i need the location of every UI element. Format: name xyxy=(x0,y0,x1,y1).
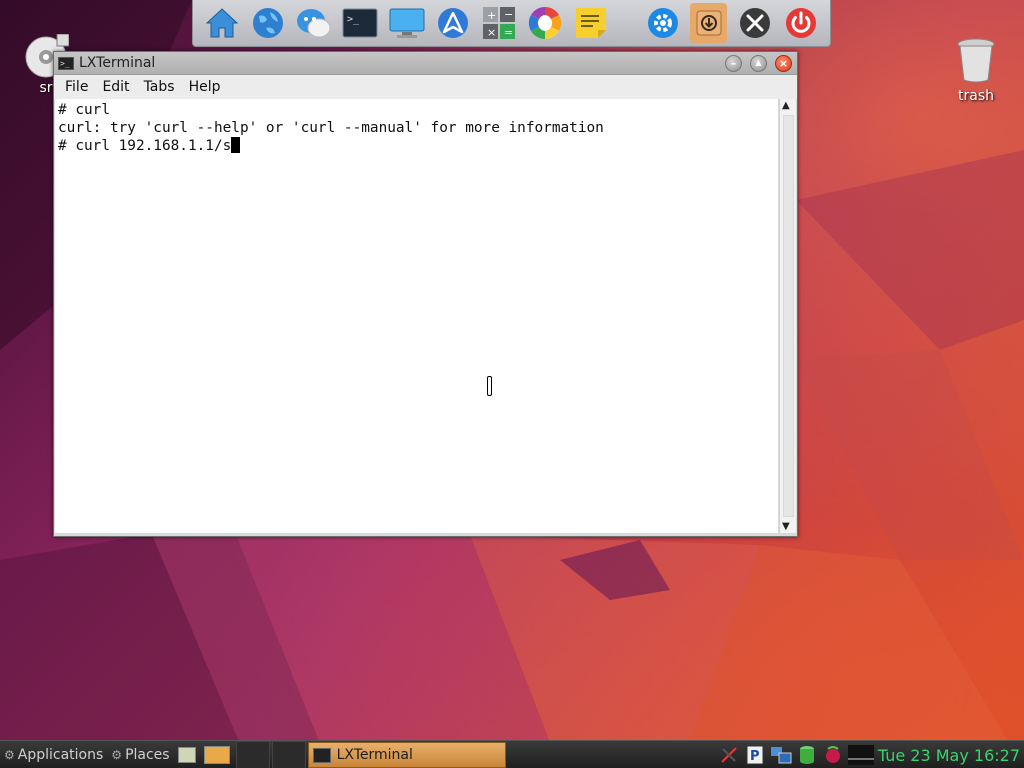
clock[interactable]: Tue 23 May 16:27 xyxy=(876,746,1024,765)
notes-icon[interactable] xyxy=(573,3,610,43)
scroll-down-icon[interactable]: ▼ xyxy=(782,521,790,532)
terminal-line: curl: try 'curl --help' or 'curl --manua… xyxy=(58,120,604,136)
mouse-ibeam-cursor xyxy=(487,376,492,396)
menu-file[interactable]: File xyxy=(58,79,95,95)
task-label: LXTerminal xyxy=(336,747,413,763)
menu-help[interactable]: Help xyxy=(182,79,228,95)
show-desktop-icon[interactable] xyxy=(177,747,196,763)
web-browser-icon[interactable] xyxy=(250,3,287,43)
launcher-icon[interactable] xyxy=(434,3,471,43)
database-icon[interactable] xyxy=(796,744,818,766)
trash-label: trash xyxy=(958,88,994,104)
applications-menu-icon: ⚙ xyxy=(4,748,15,762)
network-disconnected-icon[interactable] xyxy=(718,744,740,766)
power-icon[interactable] xyxy=(782,3,819,43)
menu-edit[interactable]: Edit xyxy=(95,79,136,95)
workspace-2[interactable] xyxy=(271,741,306,768)
terminal-prompt-line: # curl 192.168.1.1/s xyxy=(58,137,778,155)
places-menu[interactable]: ⚙ Places xyxy=(107,747,173,763)
settings-icon[interactable] xyxy=(644,3,681,43)
trash-icon xyxy=(957,38,995,83)
terminal-window: >_ LXTerminal – ▲ × File Edit Tabs Help … xyxy=(53,51,798,537)
desktop-icon-trash[interactable]: trash xyxy=(950,38,1002,104)
terminal-line: # curl xyxy=(58,102,110,118)
svg-text:P: P xyxy=(750,749,760,764)
text-cursor xyxy=(231,137,241,153)
svg-text:−: − xyxy=(504,8,513,21)
workspace-1[interactable] xyxy=(235,741,270,768)
file-manager-launcher-icon[interactable] xyxy=(203,746,230,764)
vertical-scrollbar[interactable]: ▲ ▼ xyxy=(779,99,796,533)
svg-text:×: × xyxy=(487,26,496,39)
terminal-app-icon: >_ xyxy=(58,56,74,70)
maximize-button[interactable]: ▲ xyxy=(750,54,767,72)
taskbar: ⚙ Applications ⚙ Places LXTerminal P Tue… xyxy=(0,740,1024,768)
color-wheel-icon[interactable] xyxy=(526,3,563,43)
applications-menu[interactable]: ⚙ Applications xyxy=(0,747,107,763)
menu-bar: File Edit Tabs Help xyxy=(54,75,797,100)
chat-icon[interactable] xyxy=(296,3,333,43)
menu-tabs[interactable]: Tabs xyxy=(137,79,182,95)
places-label: Places xyxy=(125,747,170,763)
maximize-icon: ▲ xyxy=(755,58,762,67)
scrollbar-thumb[interactable] xyxy=(783,115,794,517)
application-dock: >_ + − × = xyxy=(192,0,831,47)
terminal-input: # curl 192.168.1.1/s xyxy=(58,138,232,154)
window-titlebar[interactable]: >_ LXTerminal – ▲ × xyxy=(54,52,797,75)
download-icon[interactable] xyxy=(690,3,728,43)
window-title: LXTerminal xyxy=(79,55,156,71)
window-switcher-icon[interactable] xyxy=(770,744,792,766)
cpu-monitor-icon xyxy=(847,744,874,766)
minimize-button[interactable]: – xyxy=(725,54,742,72)
close-button[interactable]: × xyxy=(775,54,792,72)
terminal-icon[interactable]: >_ xyxy=(342,3,379,43)
terminal-task-icon xyxy=(312,747,331,763)
svg-text:=: = xyxy=(504,26,513,39)
display-icon[interactable] xyxy=(388,3,425,43)
minimize-icon: – xyxy=(730,56,737,70)
raspberry-icon[interactable] xyxy=(822,744,844,766)
svg-text:+: + xyxy=(487,9,496,22)
taskbar-item-lxterminal[interactable]: LXTerminal xyxy=(307,742,506,768)
parking-icon[interactable]: P xyxy=(744,744,766,766)
places-menu-icon: ⚙ xyxy=(111,748,123,762)
svg-text:>_: >_ xyxy=(347,14,360,25)
home-icon[interactable] xyxy=(204,3,241,43)
tools-icon[interactable] xyxy=(736,3,773,43)
terminal-output[interactable]: # curl curl: try 'curl --help' or 'curl -… xyxy=(55,99,778,533)
scroll-up-icon[interactable]: ▲ xyxy=(782,100,790,111)
applications-label: Applications xyxy=(17,747,104,763)
calculator-icon[interactable]: + − × = xyxy=(480,3,517,43)
close-icon: × xyxy=(778,56,789,70)
